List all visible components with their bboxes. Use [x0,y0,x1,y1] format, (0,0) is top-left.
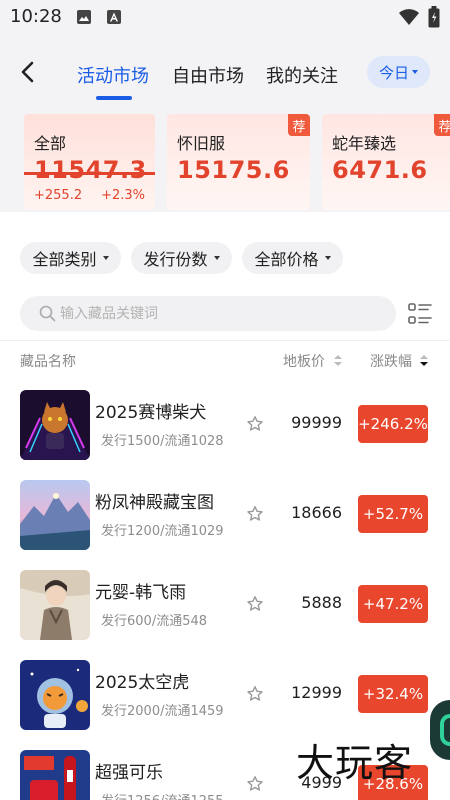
item-thumbnail [20,390,90,460]
star-icon[interactable] [246,775,264,793]
list-item[interactable]: 粉凤神殿藏宝图 发行1200/流通1029 18666 +52.7% [0,480,450,570]
recommend-badge: 荐 [288,114,310,136]
tab-free-market[interactable]: 自由市场 [172,62,244,88]
floating-button-icon [440,714,450,746]
index-card-value: 11547.3 [34,156,147,184]
image-icon [77,10,91,24]
filter-issue-count[interactable]: 发行份数 [131,242,232,274]
active-tab-indicator [96,96,132,100]
recommend-badge: 荐 [434,114,450,136]
search-input[interactable] [60,296,380,331]
index-card-name: 蛇年臻选 [332,134,397,153]
item-floor-price: 18666 [291,503,342,522]
active-card-indicator [24,172,155,175]
star-icon[interactable] [246,415,264,433]
filter-price[interactable]: 全部价格 [242,242,343,274]
filter-category[interactable]: 全部类别 [20,242,121,274]
index-card-all[interactable]: 全部 11547.3 +255.2 +2.3% [24,114,155,210]
item-floor-price: 12999 [291,683,342,702]
index-card-name: 全部 [34,134,67,153]
index-card-snake-year[interactable]: 蛇年臻选 6471.6 荐 [322,114,450,210]
column-header-floor-price[interactable]: 地板价 [283,351,325,371]
item-name: 粉凤神殿藏宝图 [95,493,214,513]
search-icon [39,305,56,322]
item-issue-info: 发行1200/流通1029 [101,524,224,539]
sort-icon[interactable] [334,355,342,366]
wifi-icon [399,9,419,25]
index-card-name: 怀旧服 [177,134,226,153]
watermark: 大玩客 [296,741,414,785]
index-card-change-pct: +2.3% [101,188,145,203]
text-icon [107,10,121,24]
index-card-value: 6471.6 [332,156,428,184]
star-icon[interactable] [246,505,264,523]
column-header-change[interactable]: 涨跌幅 [370,351,412,371]
column-header-name: 藏品名称 [20,354,76,370]
sort-desc-icon[interactable] [420,355,428,366]
back-arrow-icon[interactable] [14,58,42,86]
date-filter-label: 今日 [378,63,409,82]
star-icon[interactable] [246,685,264,703]
item-floor-price: 99999 [291,413,342,432]
divider [0,340,450,341]
filter-label: 发行份数 [143,250,208,269]
list-item[interactable]: 2025赛博柴犬 发行1500/流通1028 99999 +246.2% [0,390,450,480]
chevron-down-icon [412,70,418,74]
item-thumbnail [20,480,90,550]
item-name: 2025太空虎 [95,673,190,693]
item-issue-info: 发行1500/流通1028 [101,434,224,449]
date-filter-dropdown[interactable]: 今日 [367,56,430,88]
chevron-down-icon [213,256,220,260]
index-cards: 全部 11547.3 +255.2 +2.3% 怀旧服 15175.6 荐 蛇年… [0,114,450,212]
item-change-badge: +52.7% [358,495,428,533]
status-bar: 10:28 [0,0,450,36]
list-view-icon[interactable] [406,300,434,328]
item-change-badge: +47.2% [358,585,428,623]
item-change-badge: +246.2% [358,405,428,443]
star-icon[interactable] [246,595,264,613]
item-issue-info: 发行1256/流通1255 [101,790,224,800]
item-name: 元婴-韩飞雨 [95,583,187,603]
filter-label: 全部类别 [32,250,97,269]
chevron-down-icon [324,256,331,260]
header-area: 活动市场 自由市场 我的关注 今日 全部 11547.3 +255.2 +2.3… [0,36,450,212]
item-name: 2025赛博柴犬 [95,403,207,423]
status-time: 10:28 [10,6,62,27]
filter-label: 全部价格 [254,250,319,269]
list-item[interactable]: 元婴-韩飞雨 发行600/流通548 5888 +47.2% [0,570,450,660]
tab-my-watchlist[interactable]: 我的关注 [266,62,338,88]
battery-icon [428,6,440,28]
item-thumbnail [20,750,90,800]
floating-action-button[interactable] [430,700,450,760]
item-issue-info: 发行2000/流通1459 [101,704,224,719]
search-box [20,296,396,331]
index-card-nostalgia[interactable]: 怀旧服 15175.6 荐 [167,114,310,210]
tab-activity-market[interactable]: 活动市场 [77,62,149,88]
item-change-badge: +32.4% [358,675,428,713]
chevron-down-icon [102,256,109,260]
item-thumbnail [20,570,90,640]
index-card-value: 15175.6 [177,156,290,184]
item-floor-price: 5888 [301,593,342,612]
index-card-change: +255.2 [34,188,83,203]
item-thumbnail [20,660,90,730]
item-name: 超强可乐 [95,763,163,783]
item-issue-info: 发行600/流通548 [101,614,208,629]
